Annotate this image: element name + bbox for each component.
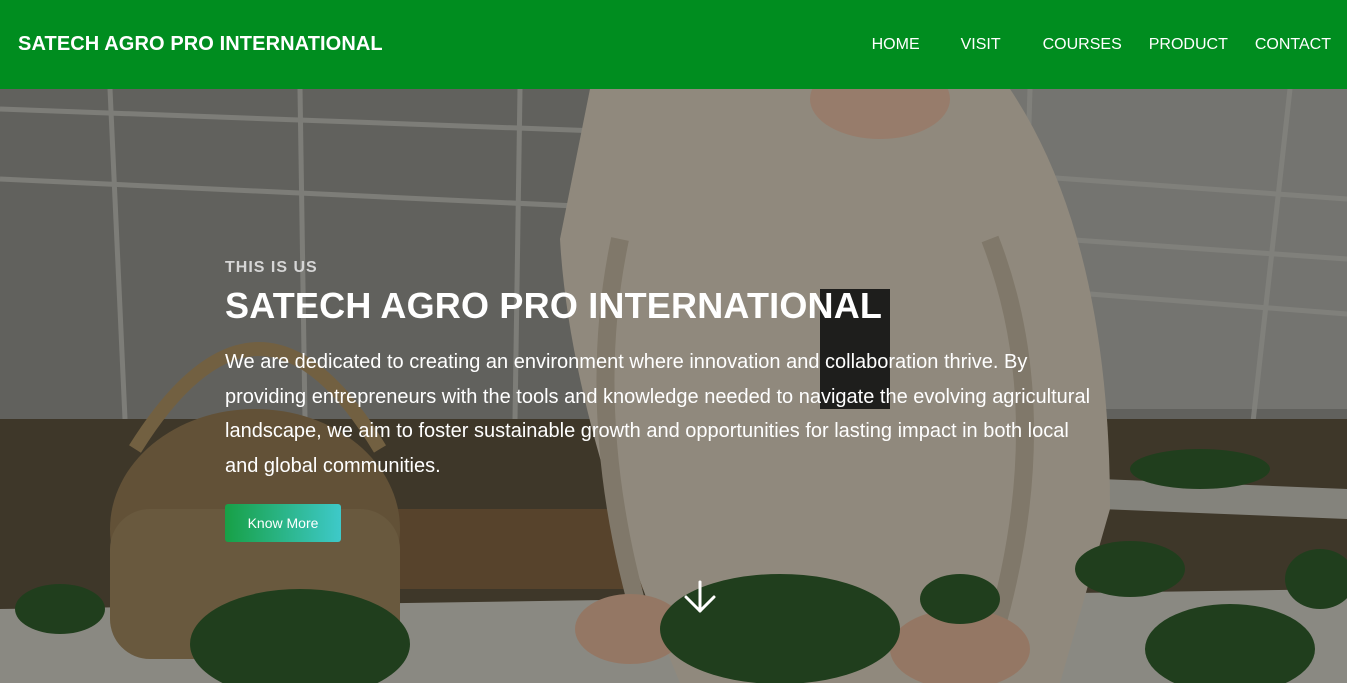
site-brand[interactable]: SATECH AGRO PRO INTERNATIONAL	[18, 33, 383, 56]
nav-menu: HOME VISIT COURSES PRODUCT CONTACT	[872, 0, 1331, 89]
arrow-down-icon[interactable]	[683, 580, 717, 614]
top-navbar: SATECH AGRO PRO INTERNATIONAL HOME VISIT…	[0, 0, 1347, 89]
nav-link-contact[interactable]: CONTACT	[1255, 36, 1331, 54]
hero-section: THIS IS US SATECH AGRO PRO INTERNATIONAL…	[0, 89, 1347, 683]
hero-eyebrow: THIS IS US	[225, 259, 318, 276]
hero-title: SATECH AGRO PRO INTERNATIONAL	[225, 285, 883, 326]
know-more-button[interactable]: Know More	[225, 504, 341, 542]
hero-description: We are dedicated to creating an environm…	[225, 351, 1091, 477]
nav-link-product[interactable]: PRODUCT	[1149, 36, 1228, 54]
nav-link-home[interactable]: HOME	[872, 36, 920, 54]
nav-link-courses[interactable]: COURSES	[1043, 36, 1122, 54]
hero-content: THIS IS US SATECH AGRO PRO INTERNATIONAL…	[225, 259, 1105, 542]
nav-link-visit[interactable]: VISIT	[961, 36, 1001, 54]
